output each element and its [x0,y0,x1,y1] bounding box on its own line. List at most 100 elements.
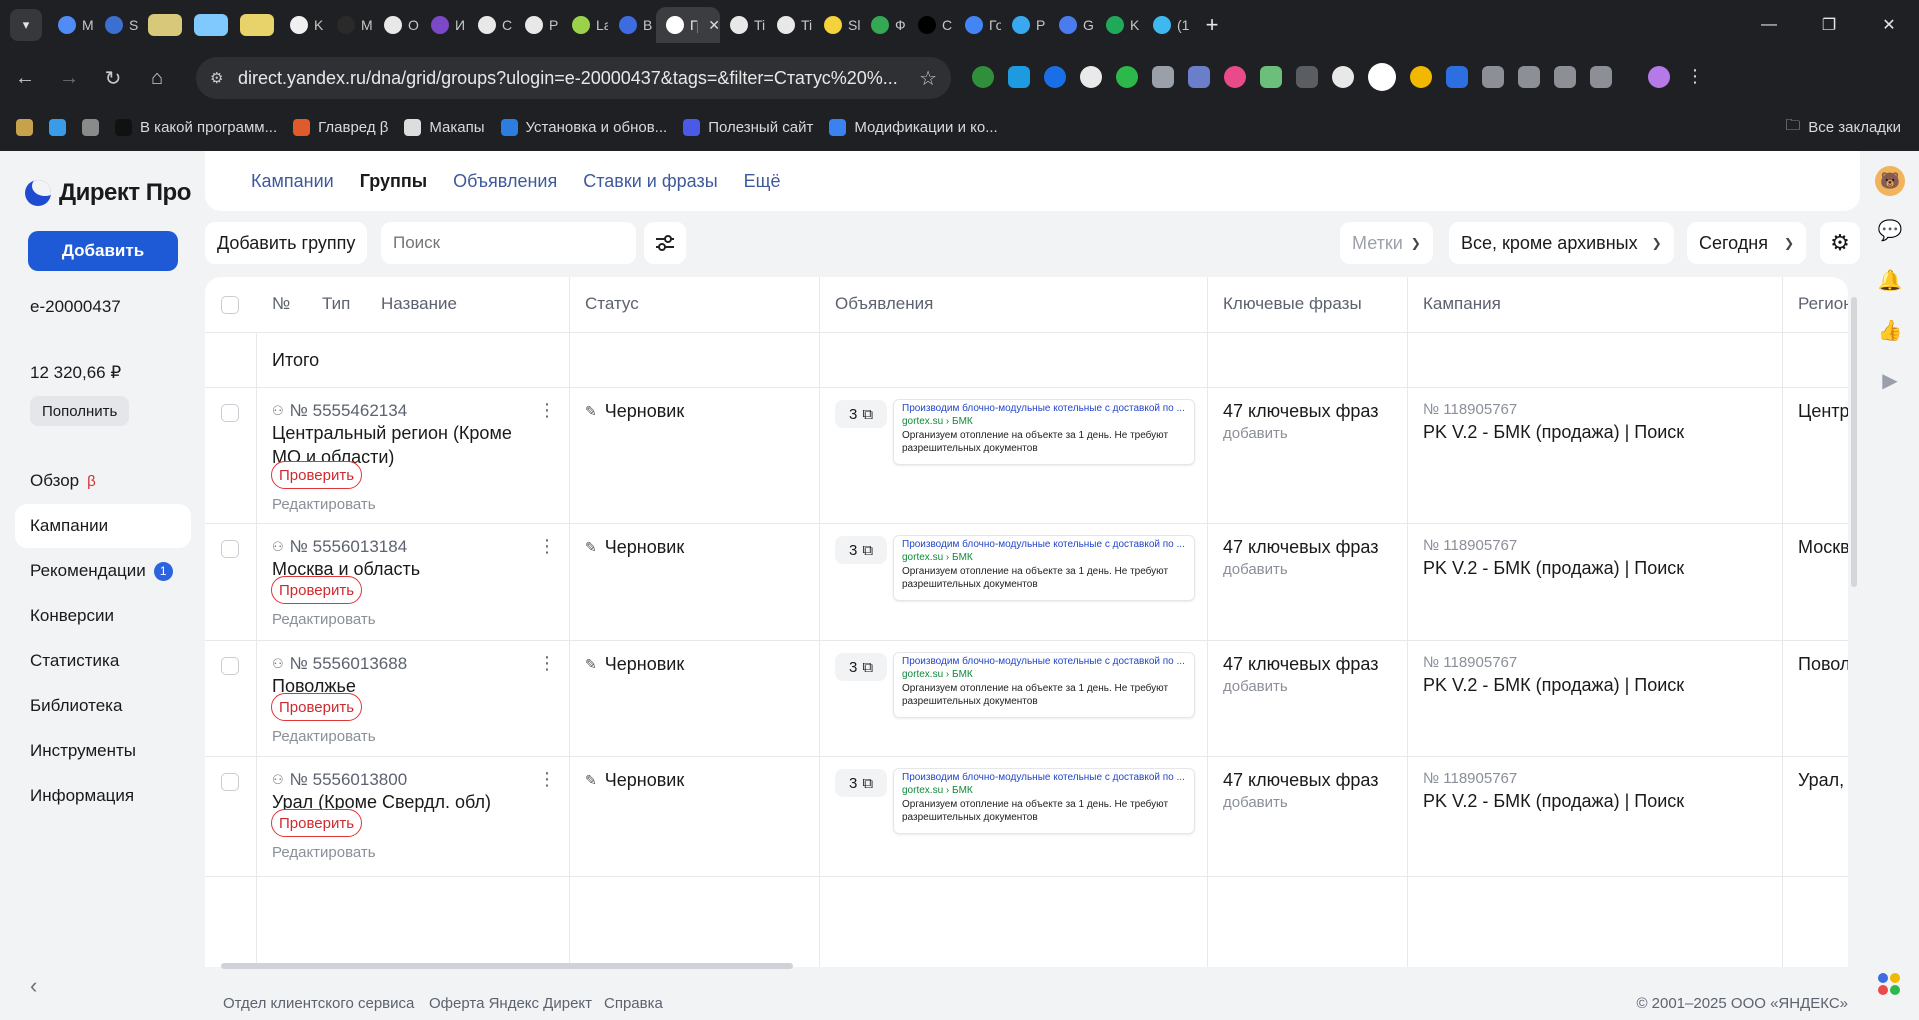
tags-dropdown[interactable]: Метки ❯ [1340,222,1433,264]
ads-count-badge[interactable]: 3 ⧉ [835,536,887,564]
profile-avatar[interactable] [1648,66,1670,88]
section-tab[interactable]: Ещё [744,171,781,192]
browser-tab[interactable]: S [95,7,142,43]
ad-preview[interactable]: Производим блочно-модульные котельные с … [893,652,1195,718]
status-cell[interactable]: ✎ Черновик [585,537,684,558]
browser-tab[interactable]: M [327,7,374,43]
footer-link-help[interactable]: Справка [604,995,663,1012]
header-type[interactable]: Тип [322,294,350,314]
header-num[interactable]: № [272,294,290,314]
table-row[interactable]: ⚇ № 5556013688 ⋮ Поволжье Проверить Редактиро… [205,641,1848,757]
forward-button[interactable]: → [50,67,88,90]
add-keywords-link[interactable]: добавить [1223,425,1288,442]
row-checkbox[interactable] [221,773,239,791]
services-icon[interactable] [1878,973,1904,1003]
bookmark-item[interactable]: Главред β [293,118,388,136]
vertical-scrollbar[interactable] [1851,297,1857,587]
campaign-name[interactable]: PK V.2 - БМК (продажа) | Поиск [1423,558,1684,579]
horizontal-scrollbar[interactable] [221,963,793,969]
extension-icon[interactable] [1116,66,1138,88]
extension-icon[interactable] [1044,66,1066,88]
translate-icon[interactable] [1518,66,1540,88]
edit-link[interactable]: Редактировать [272,496,376,513]
browser-tab[interactable]: M [48,7,95,43]
browser-tab[interactable]: Ф [861,7,908,43]
kebab-menu-icon[interactable]: ⋮ [1684,66,1706,88]
sidebar-item[interactable]: Информация [15,774,191,818]
header-status[interactable]: Статус [585,294,639,314]
sidebar-item[interactable]: Кампании [15,504,191,548]
code-icon[interactable] [1590,66,1612,88]
section-tab[interactable]: Объявления [453,171,557,192]
campaign-name[interactable]: PK V.2 - БМК (продажа) | Поиск [1423,791,1684,812]
browser-tab[interactable]: Ti [767,7,814,43]
extension-icon[interactable] [1446,66,1468,88]
camera-icon[interactable] [1152,66,1174,88]
minimize-button[interactable]: — [1739,16,1799,34]
thumb-up-icon[interactable]: 👍 [1878,318,1903,342]
browser-tab[interactable]: Го [955,7,1002,43]
bookmark-item[interactable]: Установка и обнов... [500,118,667,136]
close-tab-icon[interactable]: ✕ [708,17,720,34]
site-info-icon[interactable]: ⚙ [210,69,230,87]
browser-tab[interactable] [234,7,280,43]
ad-preview[interactable]: Производим блочно-модульные котельные с … [893,768,1195,834]
reload-button[interactable]: ↻ [94,66,132,91]
extension-icon[interactable] [972,66,994,88]
extension-icon[interactable] [1008,66,1030,88]
campaign-name[interactable]: PK V.2 - БМК (продажа) | Поиск [1423,422,1684,443]
collapse-sidebar-button[interactable]: ‹ [30,973,37,999]
keywords-count[interactable]: 47 ключевых фраз [1223,770,1378,791]
add-group-button[interactable]: Добавить группу [205,222,368,264]
tab-active[interactable]: Гр ✕ [656,7,720,43]
bookmark-item[interactable] [82,118,99,136]
check-button[interactable]: Проверить [271,576,363,604]
ads-count-badge[interactable]: 3 ⧉ [835,400,887,428]
browser-tab[interactable]: O [374,7,421,43]
row-menu-icon[interactable]: ⋮ [538,536,556,557]
sidebar-item[interactable]: Библиотека [15,684,191,728]
logo[interactable]: Директ Про [25,179,191,207]
status-cell[interactable]: ✎ Черновик [585,770,684,791]
browser-tab[interactable]: K [280,7,327,43]
extension-icon[interactable] [1080,66,1102,88]
campaign-name[interactable]: PK V.2 - БМК (продажа) | Поиск [1423,675,1684,696]
extension-icon[interactable] [1224,66,1246,88]
header-region[interactable]: Регион [1798,294,1848,314]
edit-link[interactable]: Редактировать [272,728,376,745]
split-view-icon[interactable] [1554,66,1576,88]
browser-tab[interactable]: P [515,7,562,43]
browser-tab[interactable]: K [1096,7,1143,43]
sidebar-item[interactable]: Статистика [15,639,191,683]
edit-link[interactable]: Редактировать [272,844,376,861]
account-login[interactable]: e-20000437 [30,297,121,317]
ad-preview[interactable]: Производим блочно-модульные котельные с … [893,535,1195,601]
browser-tab[interactable]: G [1049,7,1096,43]
sidebar-item[interactable]: Рекомендации 1 [15,549,191,593]
status-cell[interactable]: ✎ Черновик [585,654,684,675]
table-row[interactable]: ⚇ № 5556013184 ⋮ Москва и область Проверить Р… [205,524,1848,641]
search-input[interactable] [381,222,636,264]
footer-link-offer[interactable]: Оферта Яндекс Директ [429,995,592,1012]
extension-icon[interactable] [1368,63,1396,91]
browser-tab[interactable]: C [908,7,955,43]
extension-icon[interactable] [1188,66,1210,88]
check-button[interactable]: Проверить [271,809,363,837]
table-row[interactable]: ⚇ № 5555462134 ⋮ Центральный регион (Кроме … [205,388,1848,524]
sidebar-item[interactable]: Обзор β [15,459,191,503]
header-ads[interactable]: Объявления [835,294,933,314]
add-keywords-link[interactable]: добавить [1223,561,1288,578]
browser-tab[interactable] [188,7,234,43]
sidebar-item[interactable]: Конверсии [15,594,191,638]
check-button[interactable]: Проверить [271,461,363,489]
select-all-checkbox[interactable] [221,296,239,314]
add-keywords-link[interactable]: добавить [1223,678,1288,695]
ads-count-badge[interactable]: 3 ⧉ [835,653,887,681]
browser-tab[interactable]: P [1002,7,1049,43]
ads-count-badge[interactable]: 3 ⧉ [835,769,887,797]
bookmark-item[interactable]: Модификации и ко... [829,118,998,136]
tab-search-button[interactable]: ▾ [10,9,42,41]
browser-tab[interactable]: Sl [814,7,861,43]
row-checkbox[interactable] [221,404,239,422]
chat-icon[interactable]: 💬 [1878,218,1903,242]
